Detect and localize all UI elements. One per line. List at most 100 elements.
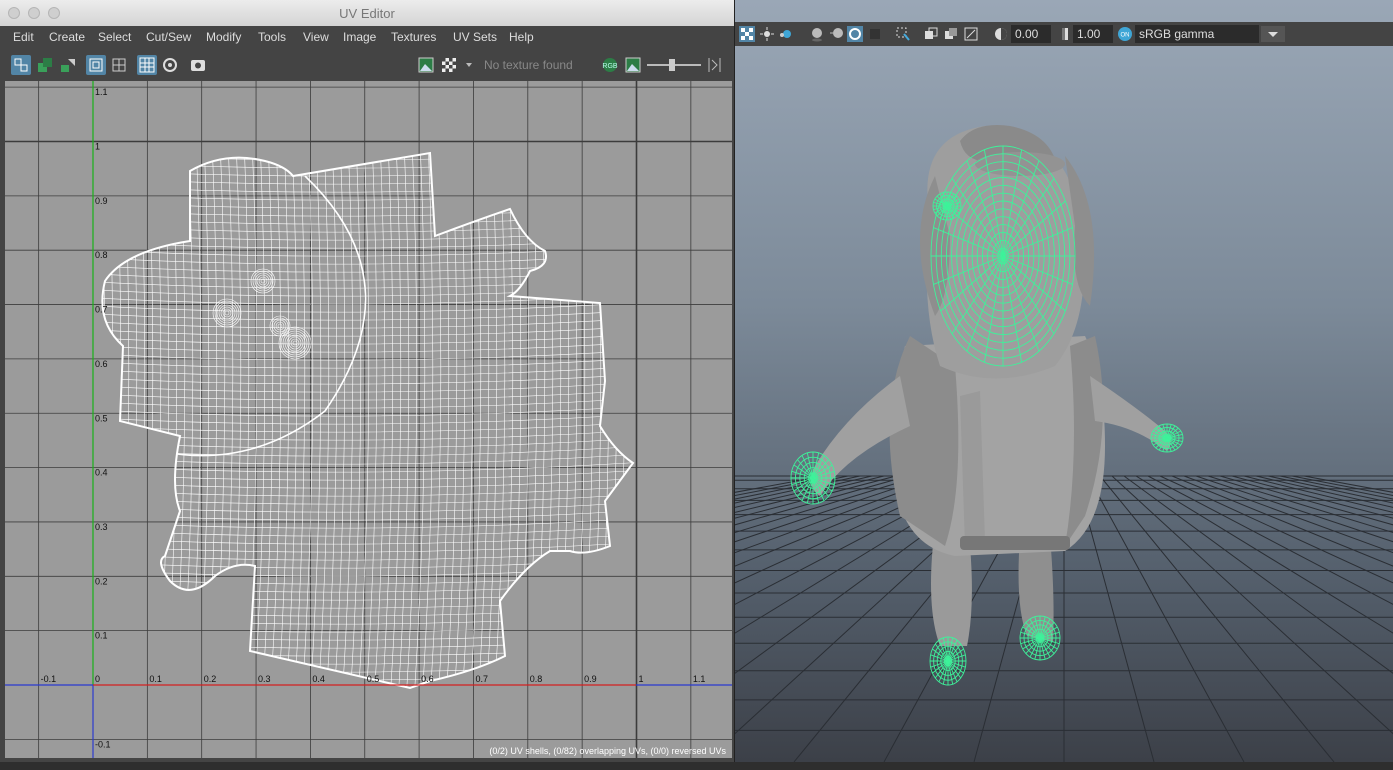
gamma-input[interactable]: 1.00 — [1073, 25, 1113, 43]
menu-image[interactable]: Image — [343, 30, 376, 44]
menu-modify[interactable]: Modify — [206, 30, 241, 44]
color-management-icon[interactable]: ON — [1117, 26, 1133, 42]
floor-grid-line — [735, 475, 909, 526]
exposure-input[interactable]: 0.00 — [1011, 25, 1051, 43]
motion-blur-icon[interactable] — [829, 26, 845, 42]
bottom-status-strip — [0, 762, 1393, 770]
toolbar-expand-icon[interactable] — [705, 55, 725, 75]
u-tick-label: 0.1 — [149, 674, 162, 684]
3d-viewport[interactable]: 0.00 1.00 ON sRGB gamma — [735, 0, 1393, 762]
color-space-dropdown[interactable]: sRGB gamma — [1135, 25, 1259, 43]
floor-grid-line — [1123, 475, 1393, 674]
viewport-scene[interactable] — [735, 46, 1393, 762]
u-tick-label: 1.1 — [693, 674, 706, 684]
lighting-icon[interactable] — [759, 26, 775, 42]
checker-grid-icon[interactable] — [137, 55, 157, 75]
u-tick-label: 0.6 — [421, 674, 434, 684]
shadows-icon[interactable] — [777, 26, 793, 42]
xray-components-icon[interactable] — [963, 26, 979, 42]
menu-bar: Edit Create Select Cut/Sew Modify Tools … — [0, 26, 734, 48]
v-tick-label: 0.2 — [95, 576, 108, 586]
floor-grid-line — [1279, 475, 1393, 500]
floor-grid-line — [735, 475, 861, 504]
grid-toggle-icon[interactable] — [109, 55, 129, 75]
shell-select-icon[interactable] — [35, 55, 55, 75]
u-tick-label: -0.1 — [41, 674, 57, 684]
pivot-icon[interactable] — [160, 55, 180, 75]
menu-edit[interactable]: Edit — [13, 30, 34, 44]
wireframe-toggle-icon[interactable] — [86, 55, 106, 75]
ambient-occlusion-icon[interactable] — [809, 26, 825, 42]
menu-cut-sew[interactable]: Cut/Sew — [146, 30, 191, 44]
menu-view[interactable]: View — [303, 30, 329, 44]
window-title: UV Editor — [339, 6, 395, 21]
u-tick-label: 0.9 — [584, 674, 597, 684]
floor-grid-line — [1171, 475, 1393, 567]
v-tick-label: 0.7 — [95, 305, 108, 315]
menu-select[interactable]: Select — [98, 30, 131, 44]
menu-create[interactable]: Create — [49, 30, 85, 44]
depth-of-field-icon[interactable] — [867, 26, 883, 42]
v-tick-label: 0.3 — [95, 522, 108, 532]
floor-grid-line — [1267, 475, 1393, 504]
checker-texture-icon[interactable] — [439, 55, 459, 75]
v-tick-label: 0.1 — [95, 631, 108, 641]
svg-text:ON: ON — [1121, 33, 1130, 39]
u-tick-label: 0.4 — [312, 674, 325, 684]
menu-tools[interactable]: Tools — [258, 30, 286, 44]
v-tick-label: 0.6 — [95, 359, 108, 369]
u-tick-label: 1 — [639, 674, 644, 684]
title-bar: UV Editor — [0, 0, 734, 27]
floor-grid-line — [1219, 475, 1393, 526]
image-ratio-icon[interactable] — [623, 55, 643, 75]
anti-aliasing-icon[interactable] — [847, 26, 863, 42]
u-tick-label: 0.2 — [204, 674, 217, 684]
v-tick-label: -0.1 — [95, 739, 111, 749]
v-tick-label: 0.9 — [95, 196, 108, 206]
isolate-select-icon[interactable] — [895, 26, 911, 42]
v-tick-label: 1 — [95, 142, 100, 152]
floor-grid-line — [1147, 475, 1393, 605]
uv-toolbar: No texture found RGB — [0, 50, 734, 80]
menu-uv-sets[interactable]: UV Sets — [453, 30, 497, 44]
svg-text:RGB: RGB — [602, 63, 618, 70]
u-tick-label: 0.7 — [475, 674, 488, 684]
floor-grid-line — [1195, 475, 1393, 543]
floor-grid-line — [1231, 475, 1393, 519]
floor-grid-line — [735, 475, 897, 519]
u-tick-label: 0 — [95, 674, 100, 684]
character-model[interactable] — [811, 125, 1171, 646]
menu-textures[interactable]: Textures — [391, 30, 436, 44]
exposure-icon[interactable] — [993, 26, 1009, 42]
u-tick-label: 0.8 — [530, 674, 543, 684]
viewport-toolbar: 0.00 1.00 ON sRGB gamma — [735, 22, 1393, 46]
uv-editor-window: UV Editor Edit Create Select Cut/Sew Mod… — [0, 0, 735, 762]
v-tick-label: 1.1 — [95, 87, 108, 97]
uv-status-readout: (0/2) UV shells, (0/82) overlapping UVs,… — [489, 746, 726, 756]
dim-image-slider[interactable] — [645, 55, 703, 75]
image-display-icon[interactable] — [416, 55, 436, 75]
chevron-down-icon[interactable] — [1261, 26, 1285, 42]
v-tick-label: 0.5 — [95, 413, 108, 423]
menu-help[interactable]: Help — [509, 30, 534, 44]
u-tick-label: 0.3 — [258, 674, 271, 684]
gamma-icon[interactable] — [1057, 26, 1073, 42]
v-tick-label: 0.8 — [95, 250, 108, 260]
u-tick-label: 0.5 — [367, 674, 380, 684]
floor-grid-line — [1087, 475, 1245, 762]
rgb-channel-icon[interactable]: RGB — [600, 55, 620, 75]
v-tick-label: 0.4 — [95, 468, 108, 478]
floor-grid-line — [1183, 475, 1393, 554]
uv-select-mode-icon[interactable] — [11, 55, 31, 75]
texture-dropdown-chevron-icon[interactable] — [461, 55, 481, 75]
texture-selector[interactable]: No texture found — [484, 58, 573, 72]
checker-display-icon[interactable] — [739, 26, 755, 42]
floor-grid-line — [1099, 475, 1335, 762]
floor-grid-line — [1135, 475, 1393, 634]
face-select-icon[interactable] — [58, 55, 78, 75]
xray-joints-icon[interactable] — [943, 26, 959, 42]
xray-icon[interactable] — [923, 26, 939, 42]
uv-grid-canvas[interactable]: -0.1 0 0.1 0.2 0.3 0.4 0.5 0.6 0.7 0.8 0.9 1 1.1 1.1 1… — [5, 81, 732, 758]
floor-grid-line — [735, 475, 933, 543]
snapshot-icon[interactable] — [188, 55, 208, 75]
